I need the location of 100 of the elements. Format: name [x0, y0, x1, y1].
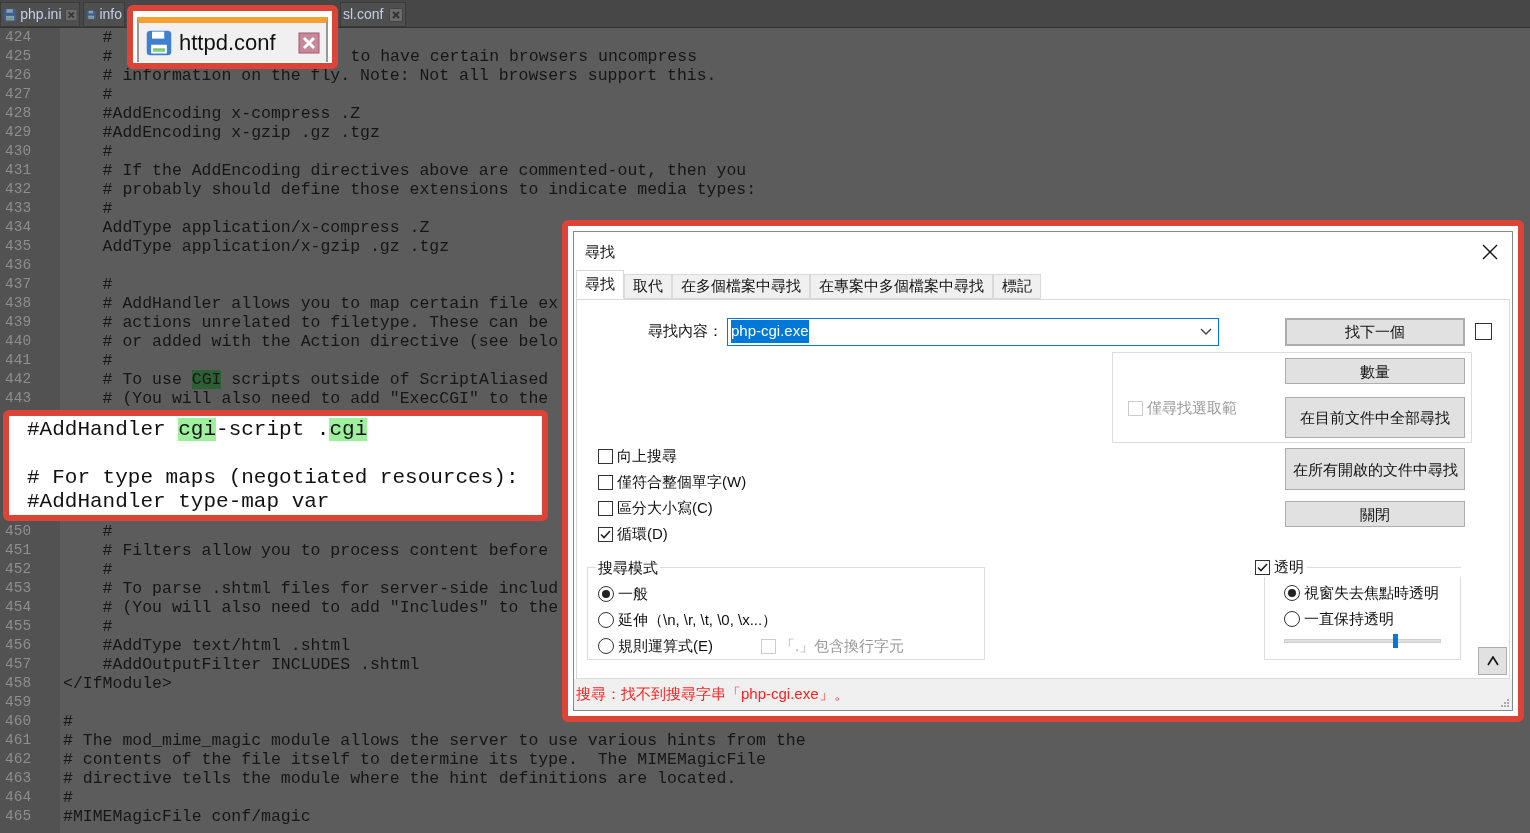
code-line: #	[101, 47, 113, 66]
close-icon	[298, 31, 320, 54]
close-icon	[389, 7, 403, 22]
line-number: 440	[4, 332, 33, 351]
code-line: AddType application/x-gzip .gz .tgz	[101, 237, 450, 256]
line-number: 431	[4, 161, 33, 180]
code-line: # The mod_mime_magic module allows the server to use various hints from the	[63, 731, 806, 750]
code-line: # (You will also need to add "Includes" to the	[101, 598, 559, 617]
file-tab[interactable]: php.ini	[0, 2, 80, 27]
checkbox[interactable]	[598, 448, 613, 464]
button[interactable]: 在目前文件中全部尋找	[1285, 397, 1465, 438]
tab[interactable]: 尋找	[576, 270, 624, 299]
code-line: </IfModule>	[63, 674, 172, 693]
line-number: 439	[4, 313, 33, 332]
line-number: 465	[4, 807, 33, 826]
line-number: 458	[4, 674, 33, 693]
line-number: 455	[4, 617, 33, 636]
radio-button[interactable]	[1284, 585, 1300, 601]
code-line: # To use CGI scripts outside of ScriptAliased	[101, 370, 549, 389]
line-number: 456	[4, 636, 33, 655]
checkbox-label: 透明	[1274, 556, 1304, 577]
tab[interactable]: 標記	[993, 274, 1041, 299]
line-number: 457	[4, 655, 33, 674]
line-number: 454	[4, 598, 33, 617]
line-number: 436	[4, 256, 33, 275]
radio-button[interactable]	[598, 586, 614, 602]
line-number: 464	[4, 788, 33, 807]
code-line: AddType application/x-compress .Z	[101, 218, 430, 237]
radio-button[interactable]	[598, 638, 614, 654]
radio-label: 規則運算式(E)	[618, 635, 713, 656]
code-line: # actions unrelated to filetype. These can be	[101, 313, 549, 332]
line-number: 437	[4, 275, 33, 294]
code-line: # To parse .shtml files for server-side includ	[101, 579, 559, 598]
checkbox[interactable]	[598, 474, 613, 490]
file-tab[interactable]: httpd.conf	[137, 17, 328, 62]
checkbox-label: 循環(D)	[617, 523, 668, 544]
file-tab[interactable]: sl.conf	[340, 2, 406, 27]
line-number: 427	[4, 85, 33, 104]
code-line: # If the AddEncoding directives above are commented-out, then you	[101, 161, 747, 180]
radio-label: 一直保持透明	[1304, 608, 1394, 629]
code-line: #	[101, 28, 113, 47]
chevron-down-icon	[1200, 327, 1212, 336]
code-line: #	[101, 522, 113, 541]
slider-track[interactable]	[1284, 634, 1441, 648]
code-line: # or added with the Action directive (see belo	[101, 332, 559, 351]
tab[interactable]: 在多個檔案中尋找	[672, 274, 810, 299]
button[interactable]: 在所有開啟的文件中尋找	[1285, 448, 1465, 490]
collapse-button[interactable]	[1478, 647, 1507, 675]
code-line: # (You will also need to add "ExecCGI" to the	[101, 389, 549, 408]
code-line: #AddOutputFilter INCLUDES .shtml	[101, 655, 420, 674]
line-number: 442	[4, 370, 33, 389]
line-number: 459	[4, 693, 33, 712]
code-line: #	[63, 712, 73, 731]
checkbox[interactable]	[1475, 323, 1492, 340]
line-number: 428	[4, 104, 33, 123]
close-icon	[64, 7, 77, 22]
search-field[interactable]: php-cgi.exe	[727, 317, 1219, 346]
line-number: 443	[4, 389, 33, 408]
caret-up-icon	[1486, 656, 1499, 666]
status-message: 搜尋：找不到搜尋字串「php-cgi.exe」。	[576, 684, 849, 705]
button[interactable]: 數量	[1285, 358, 1465, 384]
code-line: #	[101, 351, 113, 370]
window-title: 尋找	[585, 241, 615, 262]
line-number: 452	[4, 560, 33, 579]
code-line: #AddType text/html .shtml	[101, 636, 351, 655]
radio-label: 視窗失去焦點時透明	[1304, 582, 1439, 603]
line-number: 429	[4, 123, 33, 142]
close-icon	[1482, 244, 1498, 260]
line-number: 435	[4, 237, 33, 256]
code-line: # AddHandler allows you to map certain file ex	[101, 294, 559, 313]
tab[interactable]: 取代	[624, 274, 672, 299]
code-line: #AddHandler type-map var	[27, 490, 330, 513]
code-line: #AddEncoding x-gzip .gz .tgz	[101, 123, 380, 142]
code-line: #	[63, 788, 73, 807]
checkbox-label: 「.」包含換行字元	[780, 635, 905, 656]
radio-button[interactable]	[1284, 611, 1300, 627]
line-number: 461	[4, 731, 33, 750]
checkbox-label: 向上搜尋	[617, 445, 677, 466]
checkbox-label: 僅尋找選取範	[1147, 398, 1237, 419]
code-line: # directive tells the module where the hint definitions are located.	[63, 769, 737, 788]
slider-thumb[interactable]	[1393, 634, 1399, 648]
button[interactable]: 找下一個	[1285, 317, 1465, 346]
line-number: 460	[4, 712, 33, 731]
tab[interactable]: 在專案中多個檔案中尋找	[810, 274, 993, 299]
line-number: 425	[4, 47, 33, 66]
radio-button[interactable]	[598, 612, 614, 628]
checkbox[interactable]	[1255, 559, 1270, 575]
checkbox[interactable]	[598, 500, 613, 516]
line-number: 450	[4, 522, 33, 541]
line-number: 426	[4, 66, 33, 85]
code-line: # For type maps (negotiated resources):	[27, 466, 519, 489]
code-line: #	[101, 275, 113, 294]
checkbox[interactable]	[598, 526, 613, 542]
code-line: # contents of the file itself to determine its type. The MIMEMagicFile	[63, 750, 766, 769]
checkbox-label: 僅符合整個單字(W)	[617, 471, 747, 492]
line-number: 438	[4, 294, 33, 313]
line-number: 463	[4, 769, 33, 788]
file-tab[interactable]: info	[83, 2, 125, 27]
radio-label: 一般	[618, 583, 648, 604]
button[interactable]: 關閉	[1285, 501, 1465, 527]
